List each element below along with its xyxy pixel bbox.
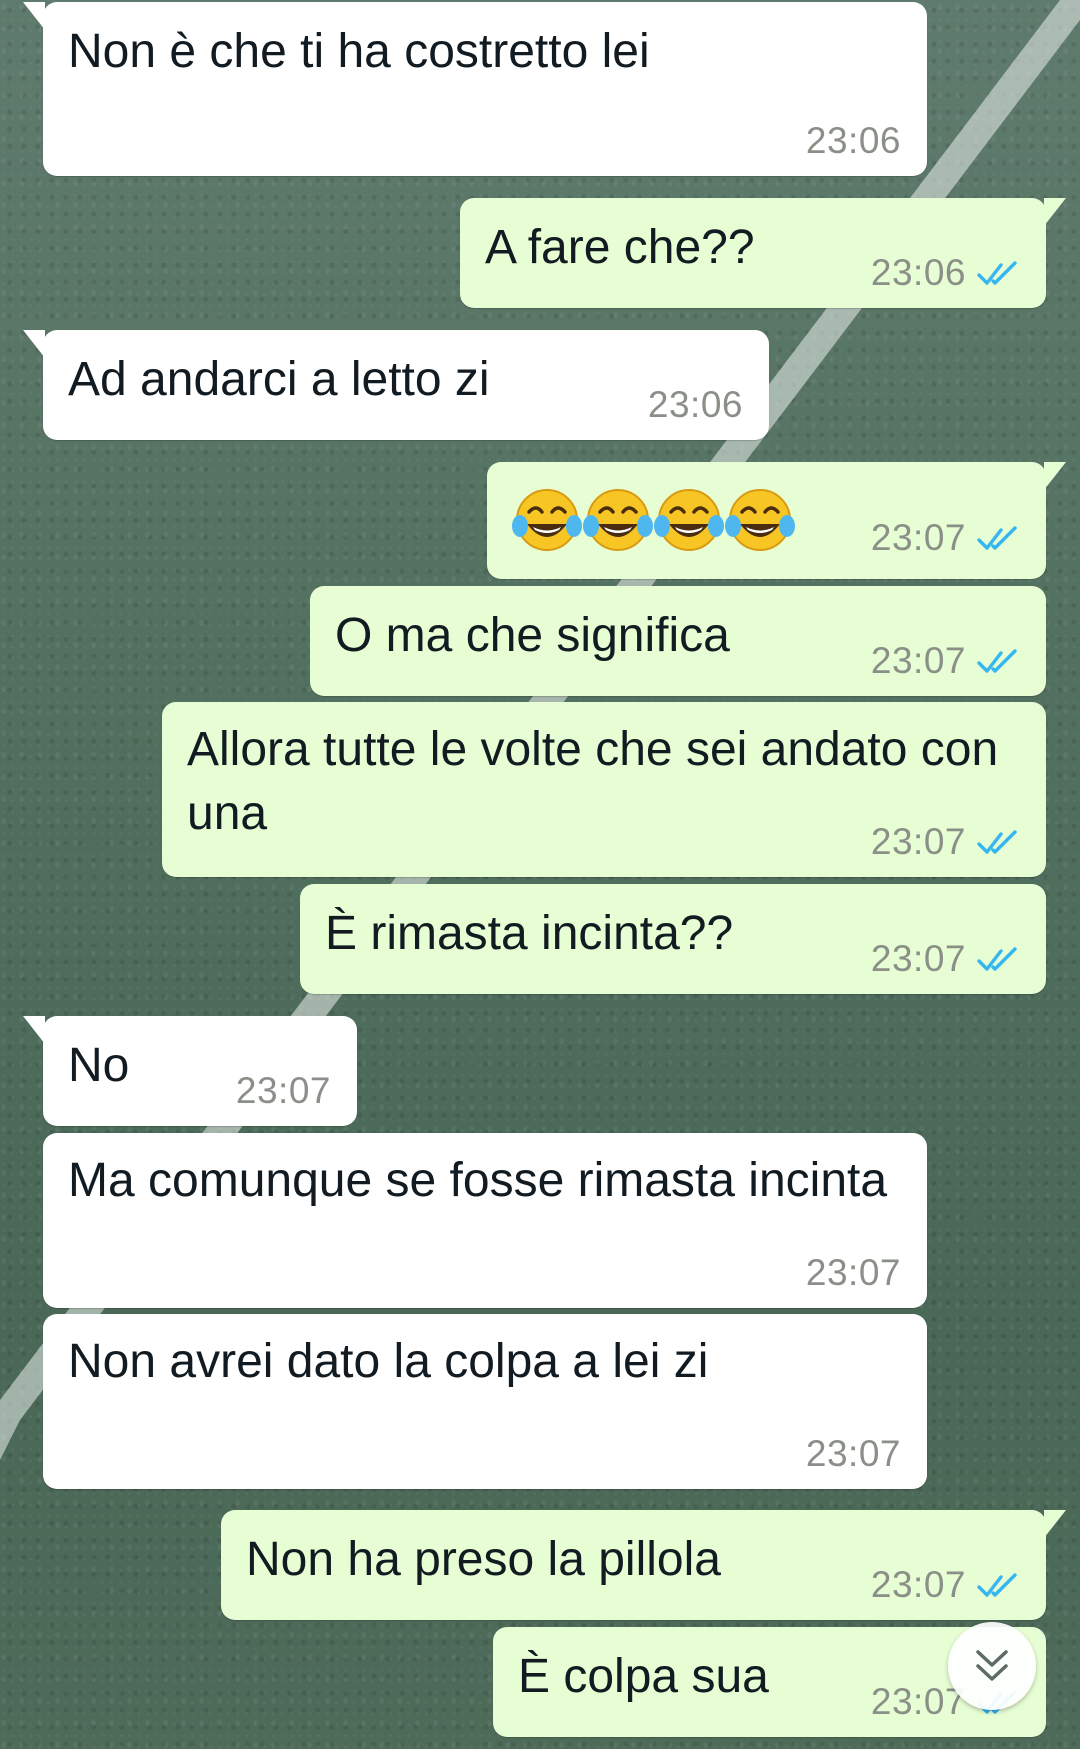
message-text: No [68,1039,130,1092]
outgoing-message[interactable]: Allora tutte le volte che sei andato con… [162,702,1046,877]
incoming-message[interactable]: Ad andarci a letto zi 23:06 [23,330,769,440]
double-chevron-down-icon [976,1650,1008,1681]
face-with-tears-of-joy-icon [583,489,653,551]
bubble-tail [23,1016,45,1044]
double-check-icon [977,1573,1017,1597]
incoming-message[interactable]: Non avrei dato la colpa a lei zi 23:07 [43,1314,927,1489]
outgoing-message[interactable]: Non ha preso la pillola 23:07 [221,1510,1066,1620]
message-text: A fare che?? [485,221,755,274]
message-text: È rimasta incinta?? [325,907,734,960]
incoming-message[interactable]: Non è che ti ha costretto lei 23:06 [23,2,927,176]
bubble-tail [23,2,45,30]
message-time: 23:07 [870,1564,966,1605]
message-text: Non è che ti ha costretto lei [68,25,650,78]
message-text: Ma comunque se fosse rimasta incinta [68,1154,888,1207]
double-check-icon [977,526,1017,550]
message-time: 23:07 [870,821,966,862]
message-list[interactable]: Non è che ti ha costretto lei 23:06 A fa… [0,0,1080,1749]
message-meta: 23:07 [806,1433,901,1475]
face-with-tears-of-joy-icon [654,489,724,551]
bubble-tail [23,330,45,358]
bubble-tail [1044,462,1066,490]
emoji-row [511,484,795,556]
incoming-message[interactable]: No 23:07 [23,1016,357,1126]
face-with-tears-of-joy-icon [512,489,582,551]
message-text: O ma che significa [335,609,730,662]
double-check-icon [977,830,1017,854]
message-text: Ad andarci a letto zi [68,353,490,406]
message-meta: 23:07 [806,1252,901,1294]
message-meta: 23:06 [806,120,901,162]
outgoing-message[interactable]: O ma che significa 23:07 [310,586,1046,696]
message-text: Non ha preso la pillola [246,1533,721,1586]
message-meta: 23:07 [871,640,1020,682]
message-meta: 23:07 [236,1070,331,1112]
message-meta: 23:06 [871,252,1020,294]
bubble-tail [1044,1510,1066,1538]
double-check-icon [977,261,1017,285]
message-meta: 23:07 [871,821,1020,863]
incoming-message[interactable]: Ma comunque se fosse rimasta incinta 23:… [43,1133,927,1308]
outgoing-message[interactable]: 23:07 [487,462,1066,579]
message-meta: 23:07 [871,1564,1020,1606]
message-time: 23:07 [870,1681,966,1722]
message-time: 23:07 [870,640,966,681]
message-meta: 23:06 [648,384,743,426]
message-time: 23:06 [647,384,743,425]
double-check-icon [977,947,1017,971]
message-meta: 23:07 [871,517,1020,559]
message-text: Non avrei dato la colpa a lei zi [68,1335,709,1388]
message-time: 23:07 [235,1070,331,1111]
message-time: 23:07 [805,1433,901,1474]
message-time: 23:07 [870,938,966,979]
face-with-tears-of-joy-icon [725,489,795,551]
double-check-icon [977,649,1017,673]
message-time: 23:06 [870,252,966,293]
message-time: 23:06 [805,120,901,161]
message-text: È colpa sua [518,1650,769,1703]
bubble-tail [1044,198,1066,226]
scroll-to-bottom-button[interactable] [948,1622,1036,1710]
outgoing-message[interactable]: A fare che?? 23:06 [460,198,1066,308]
outgoing-message[interactable]: È rimasta incinta?? 23:07 [300,884,1046,994]
message-time: 23:07 [805,1252,901,1293]
message-meta: 23:07 [871,938,1020,980]
message-time: 23:07 [870,517,966,558]
